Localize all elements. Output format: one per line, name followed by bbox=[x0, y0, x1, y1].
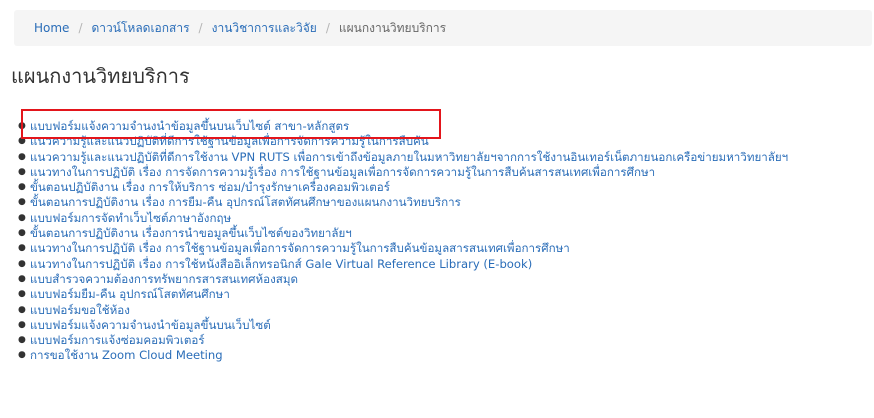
document-link[interactable]: แนวความรู้และแนวปฏิบัติที่ดีการใช้ฐานข้อ… bbox=[30, 134, 429, 148]
document-link[interactable]: ขั้นตอนปฏิบัติงาน เรื่อง การให้บริการ ซ่… bbox=[30, 180, 390, 194]
list-item: ● ขั้นตอนปฏิบัติงาน เรื่อง การให้บริการ ซ… bbox=[18, 180, 788, 195]
breadcrumb-separator: / bbox=[78, 21, 83, 35]
list-item: ● ขั้นตอนการปฏิบัติงาน เรื่องการนำขอมูลขึ… bbox=[18, 226, 788, 241]
list-item: ● แบบฟอร์มยืม-คืน อุปกรณ์โสตทัศนศึกษา bbox=[18, 287, 788, 302]
bullet-icon: ● bbox=[18, 319, 26, 330]
breadcrumb-current: แผนกงานวิทยบริการ bbox=[338, 20, 447, 35]
bullet-icon: ● bbox=[18, 243, 26, 254]
breadcrumb-home[interactable]: Home bbox=[34, 21, 69, 35]
bullet-icon: ● bbox=[18, 289, 26, 300]
document-link[interactable]: แบบฟอร์มขอใช้ห้อง bbox=[30, 303, 130, 317]
bullet-icon: ● bbox=[18, 228, 26, 239]
list-item: ● แนวความรู้และแนวปฏิบัติที่ดีการใช้งาน V… bbox=[18, 150, 788, 165]
bullet-icon: ● bbox=[18, 258, 26, 269]
bullet-icon: ● bbox=[18, 166, 26, 177]
document-link[interactable]: ขั้นตอนการปฏิบัติงาน เรื่อง การยืม-คืน อ… bbox=[30, 195, 461, 209]
list-item: ● แบบฟอร์มแจ้งความจำนงนำข้อมูลขึ้นบนเว็บไ… bbox=[18, 119, 788, 134]
list-item: ● แบบสำรวจความต้องการทรัพยากรสารสนเทศห้อง… bbox=[18, 272, 788, 287]
document-link[interactable]: แบบฟอร์มแจ้งความจำนงนำข้อมูลขึ้นบนเว็บไซ… bbox=[30, 318, 271, 332]
bullet-icon: ● bbox=[18, 350, 26, 361]
document-link[interactable]: แบบฟอร์มการจัดทำเว็บไซต์ภาษาอังกฤษ bbox=[30, 211, 231, 225]
bullet-icon: ● bbox=[18, 304, 26, 315]
bullet-icon: ● bbox=[18, 273, 26, 284]
list-item: ● แนวทางในการปฏิบัติ เรื่อง การใช้ฐานข้อม… bbox=[18, 241, 788, 256]
breadcrumb-academic[interactable]: งานวิชาการและวิจัย bbox=[212, 19, 317, 38]
page-title: แผนกงานวิทยบริการ bbox=[11, 64, 190, 88]
document-link[interactable]: แบบฟอร์มการแจ้งซ่อมคอมพิวเตอร์ bbox=[30, 333, 205, 347]
bullet-icon: ● bbox=[18, 151, 26, 162]
breadcrumb-separator: / bbox=[198, 21, 203, 35]
list-item: ● แนวความรู้และแนวปฏิบัติที่ดีการใช้ฐานข้… bbox=[18, 134, 788, 149]
list-item: ● ขั้นตอนการปฏิบัติงาน เรื่อง การยืม-คืน … bbox=[18, 195, 788, 210]
bullet-icon: ● bbox=[18, 197, 26, 208]
bullet-icon: ● bbox=[18, 136, 26, 147]
document-link-list: ● แบบฟอร์มแจ้งความจำนงนำข้อมูลขึ้นบนเว็บไ… bbox=[18, 119, 788, 364]
bullet-icon: ● bbox=[18, 335, 26, 346]
document-link[interactable]: แนวทางในการปฏิบัติ เรื่อง การใช้หนังสืออ… bbox=[30, 257, 532, 271]
breadcrumb-downloads[interactable]: ดาวน์โหลดเอกสาร bbox=[91, 19, 189, 38]
bullet-icon: ● bbox=[18, 121, 26, 131]
document-link[interactable]: การขอใช้งาน Zoom Cloud Meeting bbox=[30, 348, 223, 362]
document-link[interactable]: แบบสำรวจความต้องการทรัพยากรสารสนเทศห้องส… bbox=[30, 272, 298, 286]
bullet-icon: ● bbox=[18, 212, 26, 223]
document-link[interactable]: แนวทางในการปฏิบัติ เรื่อง การจัดการความร… bbox=[30, 165, 655, 179]
list-item: ● การขอใช้งาน Zoom Cloud Meeting bbox=[18, 348, 788, 363]
list-item: ● แบบฟอร์มแจ้งความจำนงนำข้อมูลขึ้นบนเว็บไ… bbox=[18, 318, 788, 333]
list-item: ● แบบฟอร์มขอใช้ห้อง bbox=[18, 303, 788, 318]
document-link[interactable]: แนวทางในการปฏิบัติ เรื่อง การใช้ฐานข้อมู… bbox=[30, 241, 570, 255]
breadcrumb: Home / ดาวน์โหลดเอกสาร / งานวิชาการและวิ… bbox=[14, 10, 872, 46]
breadcrumb-separator: / bbox=[325, 21, 330, 35]
bullet-icon: ● bbox=[18, 182, 26, 193]
list-item: ● แบบฟอร์มการแจ้งซ่อมคอมพิวเตอร์ bbox=[18, 333, 788, 348]
document-link[interactable]: ขั้นตอนการปฏิบัติงาน เรื่องการนำขอมูลขึ้… bbox=[30, 226, 352, 240]
list-item: ● แนวทางในการปฏิบัติ เรื่อง การจัดการความ… bbox=[18, 165, 788, 180]
document-link[interactable]: แนวความรู้และแนวปฏิบัติที่ดีการใช้งาน VP… bbox=[30, 150, 788, 164]
list-item: ● แนวทางในการปฏิบัติ เรื่อง การใช้หนังสือ… bbox=[18, 257, 788, 272]
document-link[interactable]: แบบฟอร์มแจ้งความจำนงนำข้อมูลขึ้นบนเว็บไซ… bbox=[30, 119, 349, 133]
document-link[interactable]: แบบฟอร์มยืม-คืน อุปกรณ์โสตทัศนศึกษา bbox=[30, 287, 230, 301]
list-item: ● แบบฟอร์มการจัดทำเว็บไซต์ภาษาอังกฤษ bbox=[18, 211, 788, 226]
